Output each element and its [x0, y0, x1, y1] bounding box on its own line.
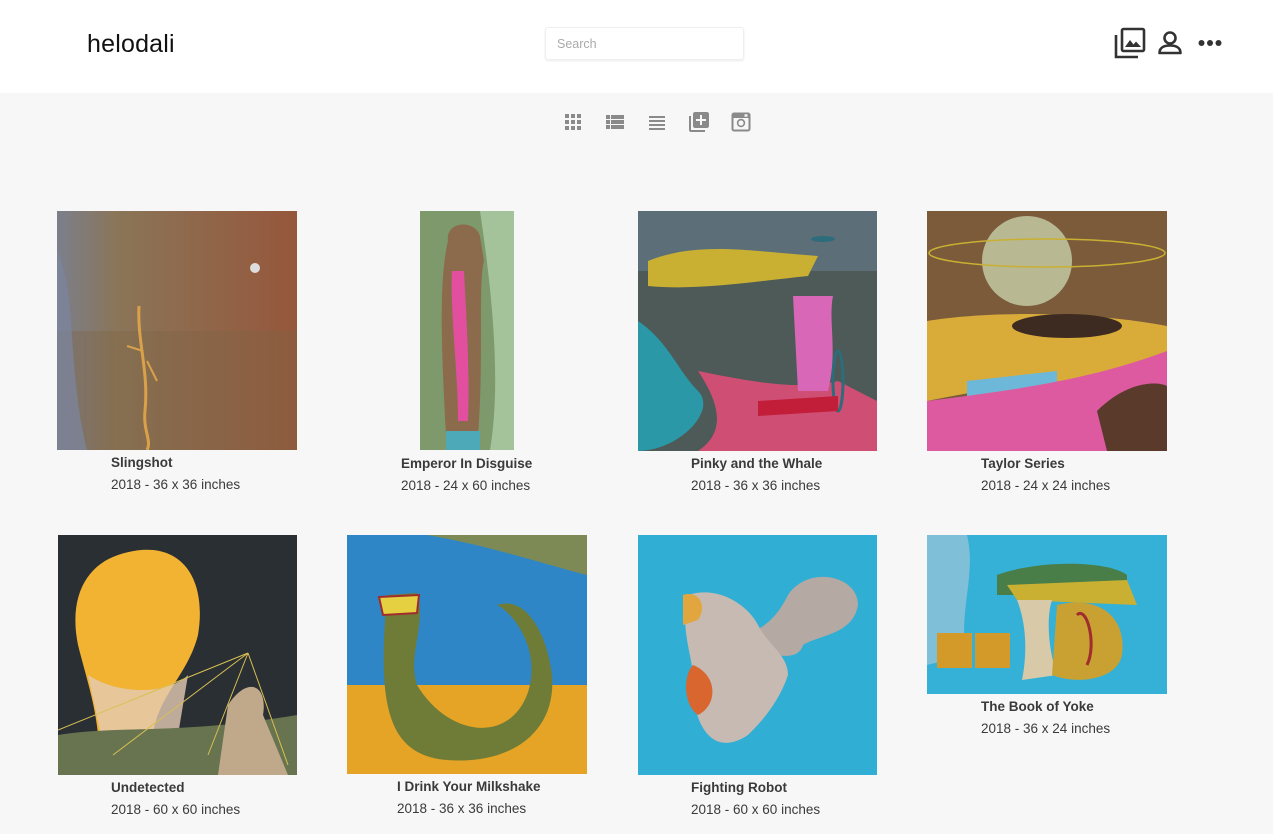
brand-logo[interactable]: helodali [87, 30, 175, 59]
search-input[interactable] [545, 27, 744, 60]
artwork-image-pinky-and-the-whale[interactable] [638, 211, 877, 451]
artwork-title[interactable]: The Book of Yoke [981, 699, 1094, 714]
artwork-title[interactable]: Fighting Robot [691, 780, 787, 795]
artwork-title[interactable]: Pinky and the Whale [691, 456, 822, 471]
add-artwork-icon[interactable] [687, 110, 711, 134]
instagram-icon[interactable] [729, 110, 753, 134]
artwork-meta: 2018 - 60 x 60 inches [691, 802, 821, 817]
artwork-image-the-book-of-yoke[interactable] [927, 535, 1167, 694]
artwork-meta: 2018 - 24 x 60 inches [401, 478, 531, 493]
artwork-title[interactable]: Emperor In Disguise [401, 456, 532, 471]
artwork-meta: 2018 - 36 x 36 inches [111, 477, 241, 492]
artwork-meta: 2018 - 36 x 36 inches [397, 801, 527, 816]
artwork-title[interactable]: I Drink Your Milkshake [397, 779, 541, 794]
person-icon[interactable] [1153, 26, 1187, 60]
list-view-icon[interactable] [603, 110, 627, 134]
artwork-image-emperor-in-disguise[interactable] [420, 211, 514, 450]
artwork-meta: 2018 - 36 x 36 inches [691, 478, 821, 493]
artwork-meta: 2018 - 60 x 60 inches [111, 802, 241, 817]
more-icon[interactable] [1193, 26, 1227, 60]
artwork-title[interactable]: Undetected [111, 780, 185, 795]
artwork-image-slingshot[interactable] [57, 211, 297, 450]
artwork-image-fighting-robot[interactable] [638, 535, 877, 775]
artwork-image-i-drink-your-milkshake[interactable] [347, 535, 587, 774]
artwork-image-taylor-series[interactable] [927, 211, 1167, 451]
artwork-meta: 2018 - 36 x 24 inches [981, 721, 1111, 736]
gallery-icon[interactable] [1113, 26, 1147, 60]
artwork-meta: 2018 - 24 x 24 inches [981, 478, 1111, 493]
grid-view-icon[interactable] [561, 110, 585, 134]
artwork-title[interactable]: Slingshot [111, 455, 173, 470]
artwork-title[interactable]: Taylor Series [981, 456, 1065, 471]
top-bar: helodali [0, 0, 1273, 93]
compact-list-icon[interactable] [645, 110, 669, 134]
artwork-image-undetected[interactable] [58, 535, 297, 775]
view-mode-bar [0, 110, 1273, 136]
